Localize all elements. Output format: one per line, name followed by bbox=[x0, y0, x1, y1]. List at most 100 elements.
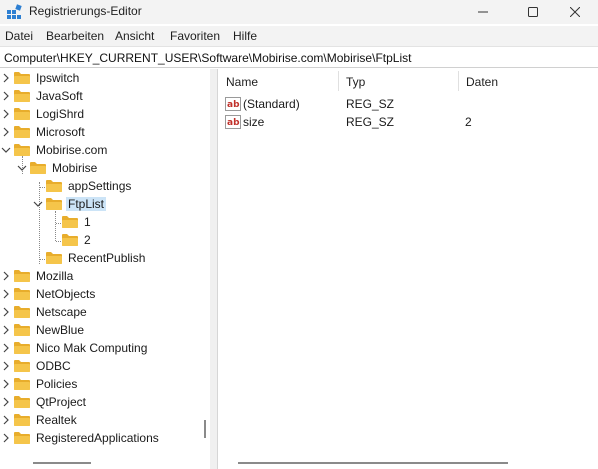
value-row[interactable]: ab (Standard) REG_SZ bbox=[218, 95, 598, 113]
chevron-right-icon[interactable] bbox=[1, 307, 11, 317]
tree-vertical-scroll-thumb[interactable] bbox=[204, 420, 206, 438]
value-data: 2 bbox=[465, 115, 472, 129]
menu-hilfe[interactable]: Hilfe bbox=[233, 29, 257, 43]
tree-item[interactable]: LogiShrd bbox=[0, 105, 200, 123]
maximize-button[interactable] bbox=[510, 0, 556, 24]
string-value-icon: ab bbox=[225, 115, 241, 129]
tree-item[interactable]: Mobirise.com bbox=[0, 141, 200, 159]
tree-item[interactable]: appSettings bbox=[0, 177, 200, 195]
registry-editor-icon bbox=[7, 4, 22, 19]
folder-icon bbox=[14, 396, 30, 408]
folder-icon bbox=[62, 216, 78, 228]
tree-item[interactable]: Mobirise bbox=[0, 159, 200, 177]
chevron-right-icon[interactable] bbox=[1, 289, 11, 299]
folder-icon bbox=[14, 270, 30, 282]
menu-bar: Datei Bearbeiten Ansicht Favoriten Hilfe bbox=[0, 26, 598, 46]
folder-icon bbox=[14, 126, 30, 138]
tree-item-label: NewBlue bbox=[36, 323, 85, 337]
tree-horizontal-scroll-thumb[interactable] bbox=[33, 462, 91, 464]
chevron-down-icon[interactable] bbox=[1, 145, 11, 155]
tree-item[interactable]: Netscape bbox=[0, 303, 200, 321]
folder-icon bbox=[46, 252, 62, 264]
menu-favoriten[interactable]: Favoriten bbox=[170, 29, 220, 43]
chevron-right-icon[interactable] bbox=[1, 343, 11, 353]
tree-item[interactable]: Mozilla bbox=[0, 267, 200, 285]
pane-splitter[interactable] bbox=[210, 69, 218, 469]
tree-item[interactable]: Nico Mak Computing bbox=[0, 339, 200, 357]
chevron-right-icon[interactable] bbox=[1, 397, 11, 407]
chevron-right-icon[interactable] bbox=[1, 379, 11, 389]
folder-icon bbox=[14, 432, 30, 444]
chevron-right-icon[interactable] bbox=[1, 91, 11, 101]
menu-bearbeiten[interactable]: Bearbeiten bbox=[46, 29, 104, 43]
tree-item[interactable]: 2 bbox=[0, 231, 200, 249]
value-name: size bbox=[243, 115, 265, 129]
chevron-right-icon[interactable] bbox=[1, 127, 11, 137]
values-horizontal-scrollbar[interactable] bbox=[218, 454, 598, 469]
folder-icon bbox=[14, 90, 30, 102]
address-bar[interactable]: Computer\HKEY_CURRENT_USER\Software\Mobi… bbox=[0, 46, 598, 68]
chevron-right-icon[interactable] bbox=[1, 433, 11, 443]
chevron-right-icon[interactable] bbox=[1, 271, 11, 281]
tree-item[interactable]: Microsoft bbox=[0, 123, 200, 141]
column-header-name-label: Name bbox=[226, 75, 259, 89]
minimize-button[interactable] bbox=[460, 0, 506, 24]
minimize-icon bbox=[478, 11, 488, 13]
tree-item-label: FtpList bbox=[66, 197, 107, 211]
tree-item[interactable]: RegisteredApplications bbox=[0, 429, 200, 447]
tree-item-label: RegisteredApplications bbox=[36, 431, 159, 445]
values-list[interactable]: Name Typ Daten ab (Standard) REG_SZ ab size R… bbox=[218, 69, 598, 469]
folder-icon bbox=[14, 72, 30, 84]
tree-item-label: Netscape bbox=[36, 305, 87, 319]
tree-item-label: NetObjects bbox=[36, 287, 96, 301]
tree-item[interactable]: Ipswitch bbox=[0, 69, 200, 87]
close-button[interactable] bbox=[552, 0, 598, 24]
menu-datei[interactable]: Datei bbox=[5, 29, 33, 43]
folder-icon bbox=[14, 288, 30, 300]
chevron-down-icon[interactable] bbox=[33, 199, 43, 209]
tree-horizontal-scrollbar[interactable] bbox=[0, 454, 210, 469]
tree-item[interactable]: QtProject bbox=[0, 393, 200, 411]
column-header-data-label: Daten bbox=[466, 75, 499, 89]
tree-item[interactable]: NewBlue bbox=[0, 321, 200, 339]
chevron-right-icon[interactable] bbox=[1, 325, 11, 335]
address-path[interactable]: Computer\HKEY_CURRENT_USER\Software\Mobi… bbox=[4, 51, 411, 65]
tree-item[interactable]: Realtek bbox=[0, 411, 200, 429]
tree-vertical-scrollbar[interactable] bbox=[201, 69, 210, 454]
folder-icon bbox=[14, 342, 30, 354]
folder-icon bbox=[14, 324, 30, 336]
tree-item[interactable]: RecentPublish bbox=[0, 249, 200, 267]
tree-item[interactable]: NetObjects bbox=[0, 285, 200, 303]
tree-item-label: ODBC bbox=[36, 359, 71, 373]
title-bar[interactable]: Registrierungs-Editor bbox=[0, 0, 598, 24]
key-tree[interactable]: Ipswitch JavaSoft LogiShrd Microsoft Mobiris… bbox=[0, 69, 210, 469]
tree-item[interactable]: FtpList bbox=[0, 195, 200, 213]
value-row[interactable]: ab size REG_SZ 2 bbox=[218, 113, 598, 131]
close-icon bbox=[570, 7, 580, 17]
tree-item-label: Mobirise bbox=[52, 161, 98, 175]
chevron-right-icon[interactable] bbox=[1, 109, 11, 119]
tree-item-label: appSettings bbox=[68, 179, 132, 193]
menu-ansicht[interactable]: Ansicht bbox=[115, 29, 154, 43]
tree-item-label: 1 bbox=[84, 215, 91, 229]
column-header-data[interactable]: Daten bbox=[458, 69, 598, 93]
chevron-right-icon[interactable] bbox=[1, 73, 11, 83]
tree-item-label: Realtek bbox=[36, 413, 77, 427]
column-header-name[interactable]: Name bbox=[218, 69, 338, 93]
value-type: REG_SZ bbox=[346, 97, 395, 111]
chevron-right-icon[interactable] bbox=[1, 415, 11, 425]
folder-icon bbox=[46, 180, 62, 192]
values-horizontal-scroll-thumb[interactable] bbox=[238, 462, 508, 464]
column-header-type[interactable]: Typ bbox=[338, 69, 458, 93]
tree-item-label: Ipswitch bbox=[36, 71, 80, 85]
tree-item[interactable]: 1 bbox=[0, 213, 200, 231]
tree-item-label: Mozilla bbox=[36, 269, 74, 283]
chevron-down-icon[interactable] bbox=[17, 163, 27, 173]
tree-item-label: JavaSoft bbox=[36, 89, 83, 103]
folder-icon bbox=[14, 306, 30, 318]
folder-icon bbox=[62, 234, 78, 246]
tree-item[interactable]: Policies bbox=[0, 375, 200, 393]
chevron-right-icon[interactable] bbox=[1, 361, 11, 371]
tree-item[interactable]: ODBC bbox=[0, 357, 200, 375]
tree-item[interactable]: JavaSoft bbox=[0, 87, 200, 105]
